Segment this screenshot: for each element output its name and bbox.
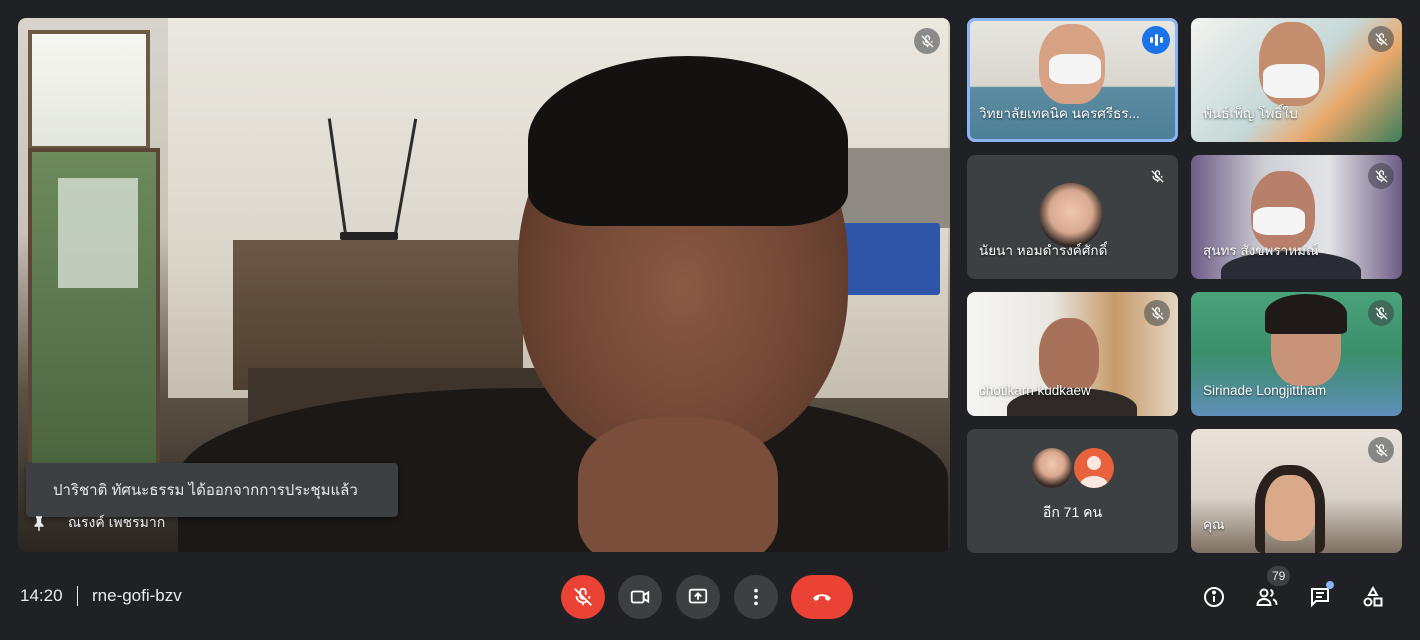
self-view-tile[interactable]: คุณ bbox=[1191, 429, 1402, 553]
avatar bbox=[1039, 183, 1103, 247]
participant-name: พันธ์เพ็ญ โพธิ์ใบ bbox=[1203, 106, 1298, 121]
mic-off-icon bbox=[1368, 163, 1394, 189]
activities-icon bbox=[1363, 585, 1383, 607]
participant-video-feed bbox=[578, 418, 778, 552]
participant-name: สุนทร สังขพราหมณ์ bbox=[1203, 243, 1319, 258]
activities-button[interactable] bbox=[1360, 584, 1386, 610]
mic-off-icon bbox=[1368, 300, 1394, 326]
presenter-label: ณรงค์ เพชรมาก bbox=[30, 512, 165, 534]
video-background bbox=[840, 223, 940, 295]
participant-tile[interactable]: พันธ์เพ็ญ โพธิ์ใบ bbox=[1191, 18, 1402, 142]
participant-name: คุณ bbox=[1203, 517, 1225, 532]
people-icon bbox=[1256, 588, 1278, 606]
more-options-icon bbox=[754, 588, 758, 606]
avatar bbox=[1031, 448, 1072, 488]
hang-up-icon bbox=[813, 594, 831, 601]
mic-off-icon bbox=[914, 28, 940, 54]
presenter-name: ณรงค์ เพชรมาก bbox=[68, 514, 166, 530]
participant-name: วิทยาลัยเทคนิค นครศรีธร... bbox=[979, 106, 1140, 121]
participant-tile[interactable]: Sirinade Longjittham bbox=[1191, 292, 1402, 416]
mic-toggle-button[interactable] bbox=[561, 575, 605, 619]
toast-message: ปาริชาติ ทัศนะธรรม ได้ออกจากการประชุมแล้… bbox=[53, 482, 358, 499]
video-background bbox=[838, 148, 950, 228]
pin-icon[interactable] bbox=[30, 514, 48, 532]
participant-video-feed bbox=[1265, 294, 1347, 334]
participant-tile[interactable]: วิทยาลัยเทคนิค นครศรีธร... bbox=[967, 18, 1178, 142]
participant-video-feed bbox=[1253, 207, 1305, 235]
new-message-indicator bbox=[1326, 581, 1334, 589]
present-screen-icon bbox=[688, 588, 708, 604]
present-screen-button[interactable] bbox=[676, 575, 720, 619]
participant-count-badge: 79 bbox=[1267, 566, 1291, 586]
participant-video-feed bbox=[1049, 54, 1101, 84]
other-participants-tile[interactable]: อีก 71 คน bbox=[967, 429, 1178, 553]
participant-video-feed bbox=[1263, 64, 1319, 98]
divider bbox=[77, 586, 78, 606]
default-avatar-icon bbox=[1073, 448, 1114, 488]
video-background bbox=[28, 30, 150, 150]
participant-tile[interactable]: chotikarn kudkaew bbox=[967, 292, 1178, 416]
camera-toggle-button[interactable] bbox=[618, 575, 662, 619]
participant-video-feed bbox=[528, 56, 848, 226]
mic-off-icon bbox=[1368, 26, 1394, 52]
info-icon bbox=[1204, 587, 1224, 607]
participant-video-feed bbox=[1255, 465, 1325, 553]
meeting-time: 14:20 bbox=[20, 586, 63, 605]
meeting-details-button[interactable] bbox=[1201, 584, 1227, 610]
participant-tile[interactable]: นัยนา หอมดำรงค์ศักดิ์ bbox=[967, 155, 1178, 279]
mic-off-icon bbox=[1368, 437, 1394, 463]
video-background bbox=[58, 178, 138, 288]
participant-name: chotikarn kudkaew bbox=[979, 383, 1091, 398]
video-background bbox=[340, 232, 398, 240]
speaking-indicator-icon bbox=[1142, 26, 1170, 54]
people-button[interactable] bbox=[1254, 584, 1280, 610]
mic-off-icon bbox=[574, 587, 592, 606]
participant-name: นัยนา หอมดำรงค์ศักดิ์ bbox=[979, 243, 1108, 258]
camera-icon bbox=[630, 590, 650, 604]
meeting-code: rne-gofi-bzv bbox=[92, 586, 182, 605]
other-participants-count: อีก 71 คน bbox=[1042, 504, 1103, 520]
participant-name: Sirinade Longjittham bbox=[1203, 383, 1327, 398]
other-participants-avatars bbox=[1031, 448, 1114, 488]
mic-off-icon bbox=[1144, 163, 1170, 189]
hang-up-button[interactable] bbox=[791, 575, 853, 619]
mic-off-icon bbox=[1144, 300, 1170, 326]
left-meeting-toast: ปาริชาติ ทัศนะธรรม ได้ออกจากการประชุมแล้… bbox=[26, 463, 398, 517]
more-options-button[interactable] bbox=[734, 575, 778, 619]
participant-tile[interactable]: สุนทร สังขพราหมณ์ bbox=[1191, 155, 1402, 279]
